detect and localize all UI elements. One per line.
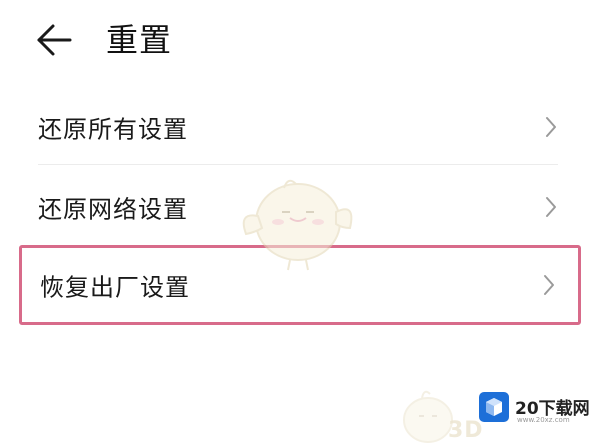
menu-item-label: 还原所有设置 — [38, 115, 188, 144]
cube-logo-icon — [479, 392, 509, 422]
site-logo: 20下载网 www.20xz.com — [479, 388, 590, 428]
reset-settings-screen: 重置 还原所有设置 还原网络设置 恢复出厂设置 3D 20下载网 www.20x… — [0, 0, 596, 446]
back-button[interactable] — [34, 20, 78, 60]
watermark-mascot-icon — [232, 172, 362, 276]
page-title: 重置 — [106, 21, 173, 59]
header: 重置 — [0, 0, 596, 82]
chevron-right-icon — [544, 195, 558, 219]
chevron-right-icon — [544, 115, 558, 139]
site-logo-url: www.20xz.com — [517, 416, 570, 424]
menu-item-label: 恢复出厂设置 — [40, 273, 190, 302]
chevron-right-icon — [542, 273, 556, 297]
menu-item-label: 还原网络设置 — [38, 195, 188, 224]
arrow-left-icon — [37, 24, 72, 56]
menu-item-reset-all-settings[interactable]: 还原所有设置 — [20, 90, 580, 164]
divider — [38, 164, 558, 165]
